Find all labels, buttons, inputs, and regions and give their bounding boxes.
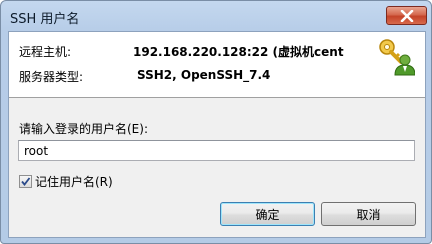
dialog-body: 远程主机: 192.168.220.128:22 (虚拟机cent 服务器类型:…: [8, 31, 426, 238]
username-input[interactable]: [18, 140, 415, 161]
close-button[interactable]: [386, 6, 427, 25]
close-icon: [387, 7, 426, 24]
title-bar[interactable]: SSH 用户名: [1, 1, 431, 31]
key-user-icon: [377, 38, 416, 76]
server-type-label: 服务器类型:: [19, 70, 84, 84]
checkmark-icon: [21, 176, 31, 186]
ssh-username-dialog: SSH 用户名 远程主机: 192.168.220.128:22 (虚拟机cen…: [0, 0, 432, 244]
connection-info-panel: 远程主机: 192.168.220.128:22 (虚拟机cent 服务器类型:…: [9, 32, 425, 97]
remember-username-row[interactable]: 记住用户名(R): [19, 173, 113, 189]
remote-host-value: 192.168.220.128:22 (虚拟机cent: [133, 45, 344, 59]
remote-host-label: 远程主机:: [19, 45, 72, 59]
remember-username-checkbox[interactable]: [19, 174, 32, 188]
window-title: SSH 用户名: [10, 12, 80, 27]
ok-button[interactable]: 确定: [220, 202, 315, 226]
separator: [9, 97, 425, 98]
username-prompt: 请输入登录的用户名(E):: [19, 122, 148, 136]
cancel-button[interactable]: 取消: [321, 202, 416, 226]
remember-username-label: 记住用户名(R): [35, 174, 113, 189]
server-type-value: SSH2, OpenSSH_7.4: [137, 68, 271, 82]
